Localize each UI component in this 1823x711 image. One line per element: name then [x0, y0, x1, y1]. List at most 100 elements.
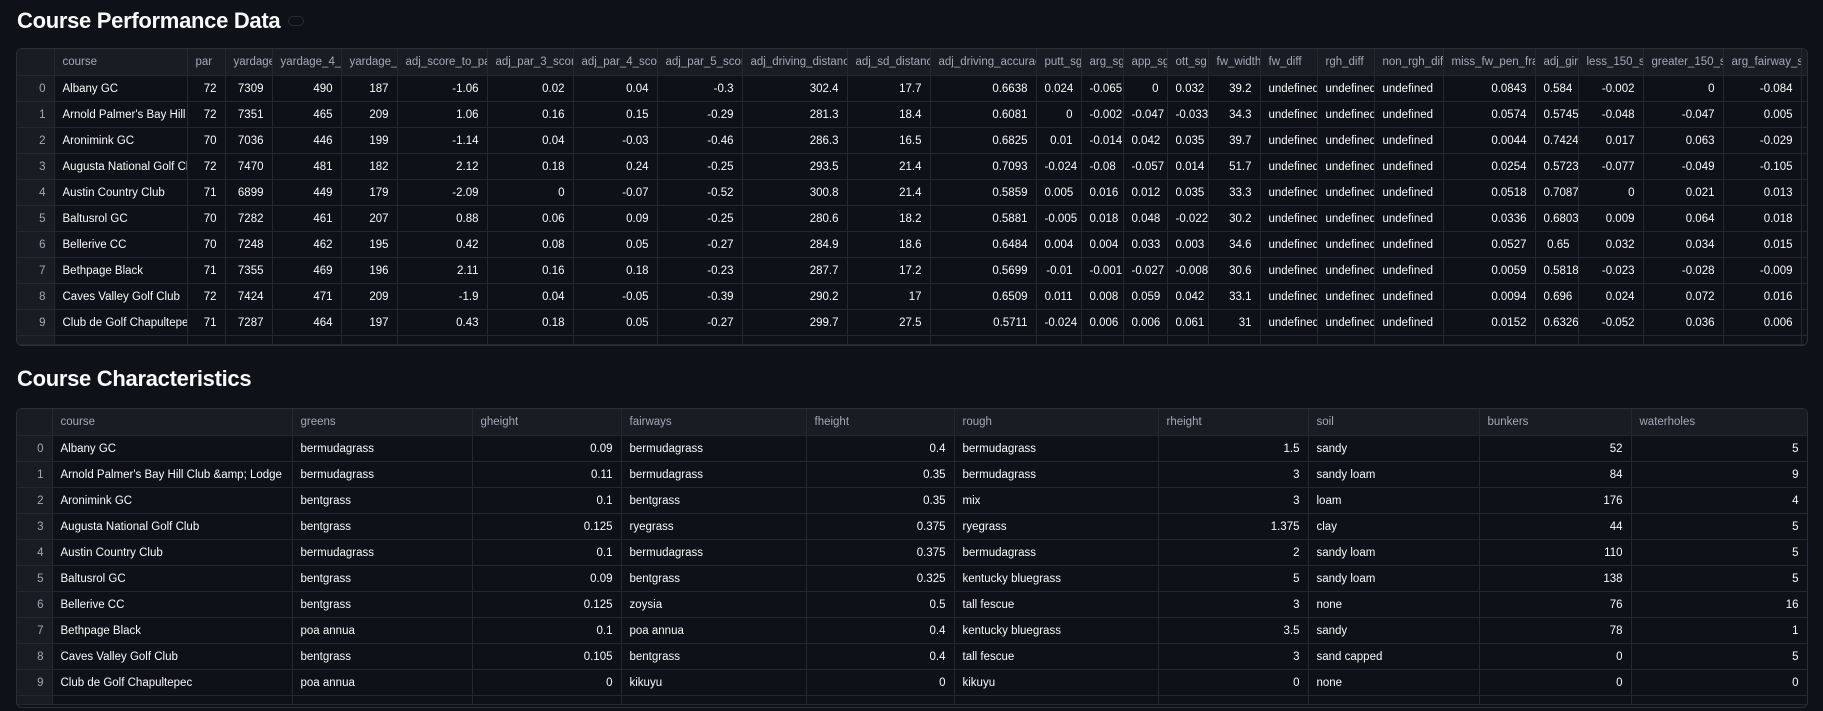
cell-rough[interactable]: mix [954, 487, 1159, 514]
cell-gheight[interactable]: 0.125 [472, 591, 622, 618]
cell-rgh-diff[interactable]: undefined [1317, 309, 1375, 336]
cell-waterholes[interactable]: 16 [1631, 591, 1807, 618]
cell-fairways[interactable]: poa annua [621, 617, 807, 644]
cell-par[interactable]: 72 [187, 153, 226, 180]
table-row[interactable]: 0 Albany GC bermudagrass 0.09 bermudagrass 0.… [17, 435, 1807, 462]
cell-fw-width[interactable]: 31 [1208, 309, 1261, 336]
cell-rgh-diff[interactable]: undefined [1317, 257, 1375, 284]
cell-adj-score-to-par[interactable]: -1.9 [397, 283, 488, 310]
cell-waterholes[interactable]: 5 [1631, 643, 1807, 670]
cell-adj-driving-accuracy[interactable]: 0.6825 [930, 127, 1037, 154]
cell-adj-score-to-par[interactable]: 0.42 [397, 231, 488, 258]
cell-adj-sd-distance[interactable]: 18.2 [847, 205, 931, 232]
cell-greens[interactable]: bentgrass [292, 487, 473, 514]
cell-fw-width[interactable]: 33.3 [1208, 179, 1261, 206]
cell-adj-gir[interactable]: 0.5723 [1535, 153, 1579, 180]
cell-greater-150-sg[interactable]: 0.064 [1643, 205, 1724, 232]
cell-yardage[interactable]: 7309 [225, 75, 273, 102]
cell-soil[interactable]: sand capped [1308, 643, 1480, 670]
row-index[interactable]: 9 [17, 669, 53, 696]
cell-yardage[interactable]: 7248 [225, 231, 273, 258]
cell-adj-par-3-score[interactable]: 0.04 [487, 127, 574, 154]
cell-adj-par-3-score[interactable]: 0.16 [487, 257, 574, 284]
cell-rgh-diff[interactable]: undefined [1317, 283, 1375, 310]
cell-yardage-4-5[interactable]: 471 [272, 283, 342, 310]
column-header-adj-driving-distance[interactable]: adj_driving_distance [742, 49, 848, 76]
cell-waterholes[interactable]: 1 [1631, 617, 1807, 644]
cell-arg-fairway-sg[interactable]: -0.029 [1723, 127, 1802, 154]
cell-non-rgh-diff[interactable]: undefined [1374, 101, 1444, 128]
cell-fw-diff[interactable]: undefined [1260, 309, 1318, 336]
cell-yardage-3[interactable]: 195 [341, 231, 398, 258]
cell-soil[interactable]: sandy [1308, 435, 1480, 462]
cell-adj-par-4-score[interactable]: 0.04 [573, 75, 658, 102]
cell-fw-diff[interactable]: undefined [1260, 179, 1318, 206]
cell-miss-fw-pen-frac[interactable]: 0.0152 [1443, 309, 1536, 336]
cell-bunkers[interactable]: 0 [1479, 643, 1632, 670]
table-row[interactable]: 9 Club de Golf Chapultepec 71 7287 464 197 0.4… [17, 309, 1807, 336]
column-header-arg-sg[interactable]: arg_sg [1081, 49, 1124, 76]
cell-arg-sg[interactable]: -0.08 [1081, 153, 1124, 180]
cell-course[interactable]: Bellerive CC [52, 591, 293, 618]
cell-bunkers[interactable]: 84 [1479, 461, 1632, 488]
cell-clipped[interactable] [1801, 231, 1807, 258]
cell-clipped[interactable] [1801, 101, 1807, 128]
cell-par[interactable]: 70 [187, 231, 226, 258]
cell-adj-gir[interactable]: 0.7424 [1535, 127, 1579, 154]
cell-clipped[interactable] [1801, 309, 1807, 336]
column-header-adj-par-5-score[interactable]: adj_par_5_score [657, 49, 743, 76]
cell-adj-sd-distance[interactable]: 27.5 [847, 309, 931, 336]
cell-adj-par-4-score[interactable]: 0.05 [573, 231, 658, 258]
cell-arg-sg[interactable]: 0.004 [1081, 231, 1124, 258]
cell-adj-driving-accuracy[interactable]: 0.6484 [930, 231, 1037, 258]
cell-arg-fairway-sg[interactable]: 0.016 [1723, 283, 1802, 310]
cell-yardage-4-5[interactable]: 469 [272, 257, 342, 284]
cell-waterholes[interactable]: 9 [1631, 461, 1807, 488]
cell-app-sg[interactable]: 0 [1123, 75, 1168, 102]
cell-gheight[interactable]: 0.09 [472, 565, 622, 592]
cell-yardage-3[interactable]: 209 [341, 101, 398, 128]
row-index[interactable]: 6 [17, 591, 53, 618]
column-header-greater-150-sg[interactable]: greater_150_sg [1643, 49, 1724, 76]
cell-gheight[interactable]: 0.1 [472, 487, 622, 514]
cell-waterholes[interactable]: 5 [1631, 539, 1807, 566]
cell-par[interactable]: 71 [187, 309, 226, 336]
column-header-arg-fairway-sg[interactable]: arg_fairway_sg [1723, 49, 1802, 76]
cell-greater-150-sg[interactable]: 0.021 [1643, 179, 1724, 206]
cell-yardage-3[interactable]: 209 [341, 283, 398, 310]
cell-fairways[interactable]: bermudagrass [621, 435, 807, 462]
table-row[interactable]: 6 Bellerive CC bentgrass 0.125 zoysia 0.5 tall… [17, 591, 1807, 618]
cell-arg-fairway-sg[interactable]: 0.006 [1723, 309, 1802, 336]
cell-course[interactable]: Bellerive CC [54, 231, 188, 258]
cell-fairways[interactable]: bermudagrass [621, 539, 807, 566]
cell-fw-width[interactable]: 39.2 [1208, 75, 1261, 102]
cell-course[interactable]: Austin Country Club [54, 179, 188, 206]
cell-rheight[interactable]: 1.375 [1158, 513, 1309, 540]
cell-yardage-4-5[interactable]: 461 [272, 205, 342, 232]
cell-yardage-3[interactable]: 207 [341, 205, 398, 232]
cell-adj-driving-accuracy[interactable]: 0.5881 [930, 205, 1037, 232]
column-header-fheight[interactable]: fheight [806, 409, 955, 436]
cell-less-150-sg[interactable]: -0.077 [1578, 153, 1644, 180]
cell-putt-sg[interactable]: 0.01 [1036, 127, 1082, 154]
cell-adj-par-5-score[interactable]: -0.23 [657, 257, 743, 284]
cell-fheight[interactable]: 0 [806, 669, 955, 696]
cell-putt-sg[interactable]: -0.024 [1036, 153, 1082, 180]
cell-yardage-3[interactable]: 187 [341, 75, 398, 102]
cell-fw-width[interactable]: 34.6 [1208, 231, 1261, 258]
cell-course[interactable]: Augusta National Golf Club [54, 153, 188, 180]
cell-miss-fw-pen-frac[interactable]: 0.0254 [1443, 153, 1536, 180]
cell-fheight[interactable]: 0.325 [806, 565, 955, 592]
cell-adj-driving-distance[interactable]: 286.3 [742, 127, 848, 154]
cell-adj-sd-distance[interactable]: 18.6 [847, 231, 931, 258]
cell-non-rgh-diff[interactable]: undefined [1374, 75, 1444, 102]
cell-yardage-3[interactable]: 197 [341, 309, 398, 336]
cell-less-150-sg[interactable]: -0.048 [1578, 101, 1644, 128]
cell-adj-gir[interactable]: 0.5745 [1535, 101, 1579, 128]
cell-arg-sg[interactable]: -0.065 [1081, 75, 1124, 102]
cell-fairways[interactable]: bentgrass [621, 643, 807, 670]
cell-clipped[interactable] [1801, 153, 1807, 180]
cell-adj-par-4-score[interactable]: -0.05 [573, 283, 658, 310]
cell-adj-par-4-score[interactable]: -0.07 [573, 179, 658, 206]
row-index[interactable]: 7 [17, 257, 55, 284]
